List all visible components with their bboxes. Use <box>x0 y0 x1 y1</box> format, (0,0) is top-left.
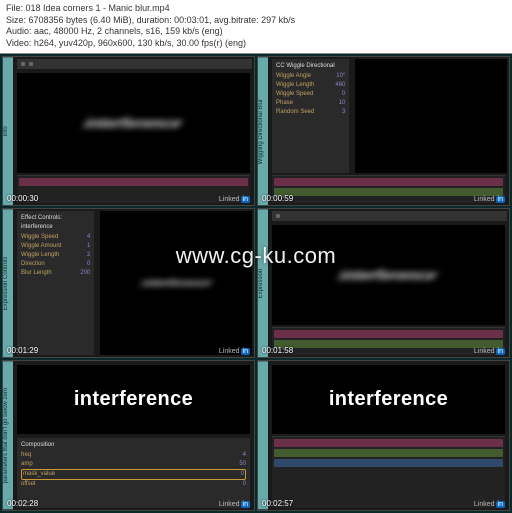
property-row[interactable]: Random Seed3 <box>276 108 345 117</box>
timeline-track[interactable] <box>274 340 503 348</box>
property-row[interactable]: amp50 <box>21 460 246 469</box>
sidebar-label: Info <box>3 57 13 205</box>
linkedin-badge: Linkedin <box>474 196 505 203</box>
thumbnail-grid: Info interference 00:00:30 Linkedin Wigg… <box>0 54 512 513</box>
preview-text: interference <box>83 115 184 131</box>
linkedin-badge: Linkedin <box>219 348 250 355</box>
timeline-track[interactable] <box>274 459 503 467</box>
meta-filename: File: 018 Idea corners 1 - Manic blur.mp… <box>6 3 506 15</box>
property-row[interactable]: offset0 <box>21 480 246 489</box>
sidebar-label: Expression <box>258 209 268 357</box>
meta-video: Video: h264, yuv420p, 960x600, 130 kb/s,… <box>6 38 506 50</box>
preview-text: interference <box>329 388 448 411</box>
thumb-5: interference 00:02:57 Linkedin <box>257 360 510 510</box>
composition-viewer[interactable]: interference <box>17 73 250 173</box>
timestamp: 00:01:58 <box>262 346 293 355</box>
property-row[interactable]: Wiggle Speed4 <box>21 233 90 242</box>
timeline-track[interactable] <box>274 188 503 196</box>
panel-header: CC Wiggle Directional <box>276 62 345 71</box>
sidebar-label: parameters that don't go below zero <box>3 361 13 509</box>
tool-icon <box>276 214 280 218</box>
thumb-1: Wiggling Directional Blur CC Wiggle Dire… <box>257 56 510 206</box>
linkedin-badge: Linkedin <box>219 196 250 203</box>
thumb-2: Expression Controls Effect Controls: int… <box>2 208 255 358</box>
meta-size: Size: 6708356 bytes (6.40 MiB), duration… <box>6 15 506 27</box>
timeline-track[interactable] <box>19 178 248 186</box>
panel-header: Composition <box>21 441 246 450</box>
preview-text: interference <box>338 267 439 283</box>
file-metadata: File: 018 Idea corners 1 - Manic blur.mp… <box>0 0 512 54</box>
effect-controls-panel[interactable]: CC Wiggle Directional Wiggle Angle10° Wi… <box>272 59 349 173</box>
property-row[interactable]: Wiggle Amount1 <box>21 242 90 251</box>
property-row[interactable]: Wiggle Angle10° <box>276 72 345 81</box>
timeline-panel[interactable] <box>272 175 505 203</box>
composition-viewer[interactable]: interference <box>272 225 505 325</box>
timeline-properties[interactable]: Composition freq4 amp50 mask_value0 offs… <box>17 438 250 508</box>
property-row[interactable]: Wiggle Speed0 <box>276 90 345 99</box>
effect-controls-panel[interactable]: Effect Controls: interference Wiggle Spe… <box>17 211 94 355</box>
composition-viewer[interactable]: interference <box>17 365 250 433</box>
property-row-highlighted[interactable]: mask_value0 <box>21 469 246 480</box>
timestamp: 00:00:59 <box>262 194 293 203</box>
timeline-panel[interactable] <box>272 436 505 508</box>
toolbar <box>272 211 507 221</box>
preview-text: interference <box>140 278 212 289</box>
sidebar-label: Wiggling Directional Blur <box>258 57 268 205</box>
property-row[interactable]: Phase10 <box>276 99 345 108</box>
timeline-panel[interactable] <box>272 327 505 355</box>
timestamp: 00:01:29 <box>7 346 38 355</box>
sidebar-label: Expression Controls <box>3 209 13 357</box>
toolbar <box>17 59 252 69</box>
timeline-track[interactable] <box>274 449 503 457</box>
linkedin-badge: Linkedin <box>474 501 505 508</box>
meta-audio: Audio: aac, 48000 Hz, 2 channels, s16, 1… <box>6 26 506 38</box>
timestamp: 00:02:28 <box>7 499 38 508</box>
timeline-track[interactable] <box>274 330 503 338</box>
composition-viewer[interactable]: interference <box>272 365 505 433</box>
thumb-3: Expression interference 00:01:58 Linkedi… <box>257 208 510 358</box>
property-row[interactable]: Wiggle Length2 <box>21 251 90 260</box>
timestamp: 00:02:57 <box>262 499 293 508</box>
linkedin-badge: Linkedin <box>219 501 250 508</box>
tool-icon <box>21 62 25 66</box>
thumb-4: parameters that don't go below zero inte… <box>2 360 255 510</box>
preview-text: interference <box>74 388 193 411</box>
sidebar-label <box>258 361 268 509</box>
property-row[interactable]: Direction0 <box>21 260 90 269</box>
thumb-0: Info interference 00:00:30 Linkedin <box>2 56 255 206</box>
property-row[interactable]: Blur Length200 <box>21 269 90 278</box>
property-row[interactable]: Wiggle Length460 <box>276 81 345 90</box>
composition-viewer[interactable] <box>355 59 507 173</box>
property-row[interactable]: freq4 <box>21 451 246 460</box>
timeline-panel[interactable] <box>17 175 250 203</box>
tool-icon <box>29 62 33 66</box>
linkedin-badge: Linkedin <box>474 348 505 355</box>
composition-viewer[interactable]: interference <box>100 211 252 355</box>
timestamp: 00:00:30 <box>7 194 38 203</box>
timeline-track[interactable] <box>274 178 503 186</box>
panel-header: Effect Controls: interference <box>21 214 90 232</box>
timeline-track[interactable] <box>274 439 503 447</box>
